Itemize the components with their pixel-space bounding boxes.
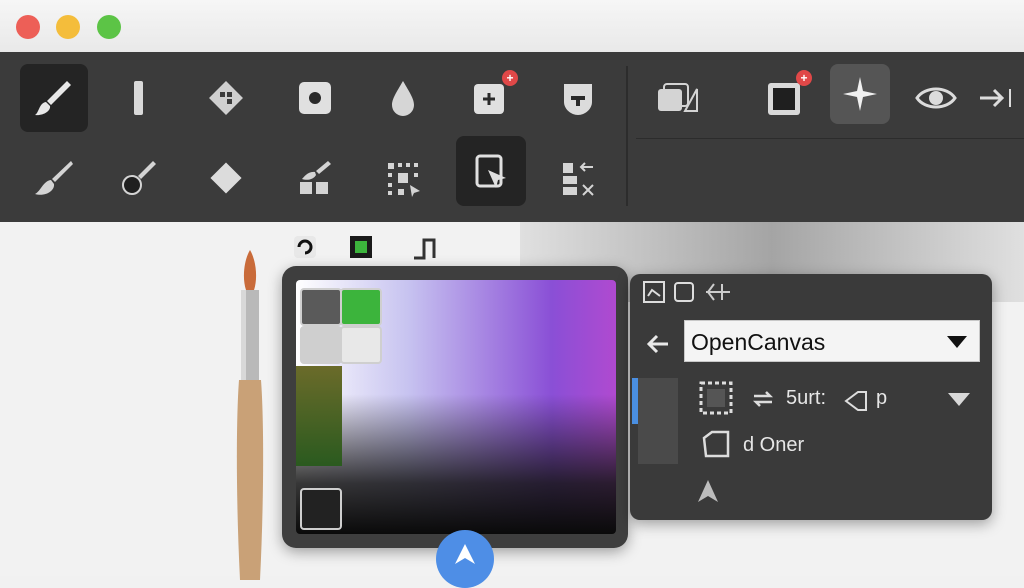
navigation-arrow-icon [455, 544, 475, 564]
drop-icon [392, 81, 414, 116]
canvas-layer-tool[interactable]: + [750, 64, 818, 132]
swatch-light[interactable] [300, 326, 342, 364]
lasso-icon[interactable] [698, 428, 734, 462]
fill-brush-icon [300, 161, 331, 194]
blur-tool[interactable] [369, 64, 437, 132]
sparkle-tool[interactable] [830, 64, 890, 124]
shape-tool[interactable] [192, 144, 260, 212]
diamond-icon [210, 162, 242, 194]
paintbrush-icon [35, 81, 71, 116]
transform-cycle-icon[interactable] [748, 384, 778, 414]
smudge-stick-icon [134, 81, 143, 115]
smudge-tool[interactable] [104, 64, 172, 132]
ink-brush-icon [122, 161, 156, 195]
stamp-tool[interactable] [281, 64, 349, 132]
add-badge-icon: + [502, 70, 518, 86]
soft-brush-icon [35, 161, 73, 195]
navigation-button[interactable] [436, 530, 494, 588]
sparkle-icon [843, 77, 877, 111]
stamp-circle-icon [299, 82, 331, 114]
layers-stack-icon [658, 83, 698, 112]
visibility-tool[interactable] [902, 64, 970, 132]
eye-icon [915, 87, 957, 109]
hue-strip[interactable] [296, 366, 342, 466]
fill-brush-tool[interactable] [281, 144, 349, 212]
selection-grid-icon [388, 163, 420, 197]
toolbar-separator [636, 138, 1024, 139]
paintbrush-illustration [236, 250, 264, 580]
active-indicator [632, 378, 638, 424]
pointer-icon[interactable] [696, 478, 720, 504]
swatch-white[interactable] [340, 326, 382, 364]
row1-dropdown-icon[interactable] [948, 393, 970, 406]
canvas-select[interactable]: OpenCanvas [684, 320, 980, 362]
image-tab-icon[interactable] [642, 280, 666, 304]
swatch-dark[interactable] [300, 488, 342, 530]
color-picker [282, 266, 628, 548]
export-tool[interactable] [970, 64, 1024, 132]
mask-tool[interactable] [544, 64, 612, 132]
frame-tab-icon[interactable] [672, 280, 696, 304]
pattern-diamond-icon [209, 81, 243, 115]
back-arrow-icon[interactable] [644, 330, 672, 358]
soft-brush-tool[interactable] [20, 144, 88, 212]
transform-tool[interactable] [456, 136, 526, 206]
canvas-panel: OpenCanvas 5urt: p d Oner [630, 274, 992, 520]
swatch-green[interactable] [340, 288, 382, 326]
color-swap-icon[interactable] [346, 232, 376, 262]
layers-tool[interactable] [642, 64, 710, 132]
chevron-down-icon [947, 336, 967, 348]
swatch-current[interactable] [300, 288, 342, 326]
lasso-arrow-icon[interactable] [842, 388, 870, 414]
paintbrush-tool[interactable] [20, 64, 88, 132]
close-button[interactable] [16, 15, 40, 39]
eyedropper-icon[interactable] [410, 232, 440, 262]
rotate-color-icon[interactable] [290, 232, 320, 262]
pattern-tool[interactable] [192, 64, 260, 132]
marquee-icon[interactable] [698, 380, 734, 416]
tool-bar: + + [0, 52, 1024, 223]
ink-brush-tool[interactable] [104, 144, 172, 212]
arrange-tool[interactable] [544, 144, 612, 212]
panel-side-strip[interactable] [632, 378, 678, 464]
transform-icon [475, 154, 506, 188]
collapse-tab-icon[interactable] [704, 280, 732, 304]
add-badge-icon: + [796, 70, 812, 86]
row1-suffix: p [876, 387, 888, 409]
mask-icon [564, 84, 592, 115]
add-layer-tool[interactable]: + [456, 64, 524, 132]
zoom-button[interactable] [97, 15, 121, 39]
arrow-right-icon [980, 88, 1011, 108]
row1-label: 5urt: [786, 387, 827, 409]
title-bar [0, 0, 1024, 53]
canvas-select-label: OpenCanvas [691, 329, 826, 355]
arrange-icon [563, 162, 594, 196]
toolbar-divider [626, 66, 628, 206]
row2-label: d Oner [743, 434, 805, 456]
minimize-button[interactable] [56, 15, 80, 39]
selection-tool[interactable] [369, 144, 437, 212]
